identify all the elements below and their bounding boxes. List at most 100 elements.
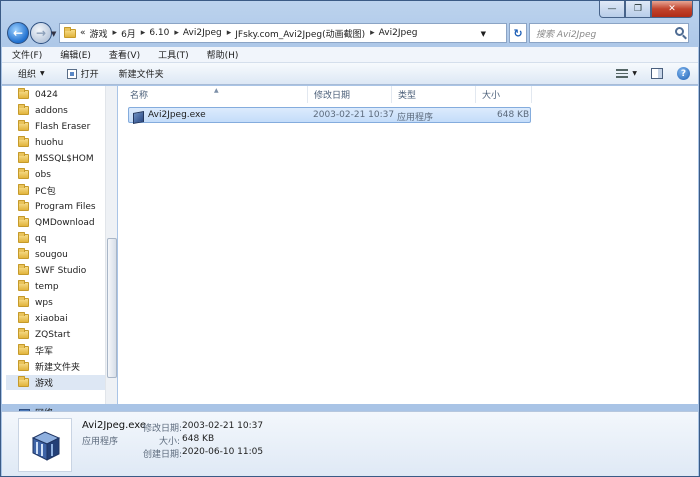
breadcrumb-item[interactable]: 6月 [121, 27, 136, 40]
folder-icon [18, 376, 29, 387]
breadcrumb-item[interactable]: JFsky.com_Avi2Jpeg(动画截图) [235, 27, 365, 40]
breadcrumb-separator[interactable]: ▸ [141, 28, 146, 38]
menu-help[interactable]: 帮助(H) [207, 48, 239, 61]
nav-folder-label: obs [35, 169, 51, 180]
nav-folder-item[interactable]: SWF Studio [18, 263, 86, 278]
nav-folder-item[interactable]: ZQStart [18, 327, 70, 342]
nav-folder-item[interactable]: MSSQL$HOM [18, 151, 94, 166]
nav-folder-label: ZQStart [35, 329, 71, 340]
view-options-icon[interactable] [616, 69, 629, 78]
detail-created-label: 创建日期: [143, 450, 183, 460]
file-name: Avi2Jpeg.exe [148, 110, 206, 120]
nav-folder-item[interactable]: 0424 [18, 87, 58, 102]
column-size-label: 大小 [482, 91, 501, 101]
folder-icon [18, 296, 29, 307]
application-icon [18, 418, 72, 472]
new-folder-button[interactable]: 新建文件夹 [119, 67, 164, 80]
column-name-label: 名称 [130, 91, 149, 101]
folder-icon [18, 312, 29, 323]
help-icon[interactable]: ? [677, 67, 690, 80]
detail-modified-value: 2003-02-21 10:37 [182, 421, 264, 431]
nav-scrollbar[interactable] [105, 86, 117, 404]
menu-edit[interactable]: 编辑(E) [60, 48, 91, 61]
detail-filetype: 应用程序 [82, 437, 119, 447]
folder-icon [18, 104, 29, 115]
breadcrumb-overflow[interactable]: « [80, 28, 86, 38]
search-box[interactable]: 搜索 Avi2Jpeg [529, 23, 689, 43]
nav-folder-item[interactable]: Program Files [18, 199, 96, 214]
folder-icon [18, 216, 29, 227]
breadcrumb-separator[interactable]: ▸ [370, 28, 375, 38]
breadcrumb-separator[interactable]: ▸ [227, 28, 232, 38]
open-label: 打开 [80, 70, 99, 80]
folder-icon [18, 168, 29, 179]
nav-folder-item[interactable]: qq [18, 231, 46, 246]
column-header-name[interactable]: 名称 ▲ [124, 86, 308, 103]
nav-folder-label: 游戏 [35, 379, 54, 389]
forward-arrow-icon: → [35, 26, 47, 40]
chevron-down-icon: ▼ [40, 70, 45, 77]
recent-pages-dropdown[interactable]: ▼ [51, 30, 56, 38]
chevron-down-icon[interactable]: ▼ [632, 70, 637, 77]
folder-icon [18, 344, 29, 355]
nav-folder-label: SWF Studio [35, 265, 87, 276]
nav-folder-label: xiaobai [35, 313, 68, 324]
nav-folder-item[interactable]: sougou [18, 247, 68, 262]
breadcrumb-item[interactable]: Avi2Jpeg [379, 28, 418, 38]
breadcrumb-separator[interactable]: ▸ [174, 28, 179, 38]
back-button[interactable]: ← [7, 22, 29, 44]
nav-folder-item[interactable]: wps [18, 295, 53, 310]
open-button[interactable]: 打开 [66, 67, 99, 80]
address-bar[interactable]: « 游戏 ▸ 6月 ▸ 6.10 ▸ Avi2Jpeg ▸ JFsky.com_… [59, 23, 507, 43]
column-type-label: 类型 [398, 91, 417, 101]
file-list: 名称 ▲ 修改日期 类型 大小 Avi2Jpeg.exe 2003-02-21 … [118, 86, 698, 404]
scrollbar-thumb[interactable] [107, 238, 117, 378]
nav-folder-label: MSSQL$HOM [35, 153, 94, 164]
search-input[interactable]: 搜索 Avi2Jpeg [536, 27, 596, 40]
folder-icon [18, 120, 29, 131]
nav-folder-label: 新建文件夹 [35, 363, 81, 373]
nav-folder-label: temp [35, 281, 59, 292]
nav-folder-item[interactable]: QMDownload [18, 215, 95, 230]
nav-folder-item[interactable]: xiaobai [18, 311, 68, 326]
close-button[interactable]: ✕ [651, 1, 693, 18]
folder-icon [18, 328, 29, 339]
folder-icon [18, 248, 29, 259]
menu-view[interactable]: 查看(V) [109, 48, 140, 61]
navigation-row: ← → ▼ « 游戏 ▸ 6月 ▸ 6.10 ▸ Avi2Jpeg ▸ JFsk… [5, 22, 695, 44]
command-bar: 组织 ▼ 打开 新建文件夹 ▼ ? [2, 63, 698, 85]
breadcrumb-item[interactable]: Avi2Jpeg [183, 28, 222, 38]
nav-folder-item[interactable]: Flash Eraser [18, 119, 90, 134]
folder-icon [18, 264, 29, 275]
preview-pane-icon[interactable] [651, 68, 663, 79]
breadcrumb-separator[interactable]: ▸ [113, 28, 118, 38]
address-dropdown[interactable]: ▼ [481, 30, 486, 38]
nav-folder-item[interactable]: PC包 [18, 183, 56, 198]
breadcrumb-item[interactable]: 游戏 [90, 27, 108, 40]
minimize-button[interactable]: — [599, 1, 625, 18]
breadcrumb-item[interactable]: 6.10 [149, 28, 169, 38]
maximize-button[interactable]: ❐ [625, 1, 651, 18]
nav-folder-item[interactable]: temp [18, 279, 59, 294]
nav-folder-item[interactable]: obs [18, 167, 51, 182]
nav-folder-item[interactable]: 华军 [18, 343, 53, 358]
column-header-size[interactable]: 大小 [476, 86, 532, 103]
nav-folder-item[interactable]: addons [18, 103, 68, 118]
nav-folder-item[interactable]: 新建文件夹 [18, 359, 80, 374]
file-row-selected[interactable]: Avi2Jpeg.exe 2003-02-21 10:37 应用程序 648 K… [128, 107, 531, 124]
new-folder-label: 新建文件夹 [118, 70, 164, 80]
refresh-button[interactable]: ↻ [509, 23, 527, 43]
file-size: 648 KB [497, 110, 530, 120]
column-header-type[interactable]: 类型 [392, 86, 476, 103]
nav-folder-item[interactable]: huohu [18, 135, 63, 150]
column-header-modified[interactable]: 修改日期 [308, 86, 392, 103]
menu-file[interactable]: 文件(F) [12, 48, 42, 61]
forward-button[interactable]: → [30, 22, 52, 44]
folder-icon [18, 200, 29, 211]
menu-tools[interactable]: 工具(T) [158, 48, 189, 61]
file-modified: 2003-02-21 10:37 [313, 110, 395, 120]
nav-folder-label: qq [35, 233, 47, 244]
organize-button[interactable]: 组织 ▼ [18, 67, 45, 80]
explorer-window: — ❐ ✕ ← → ▼ « 游戏 ▸ 6月 ▸ 6.10 ▸ Avi2Jpeg … [0, 0, 700, 477]
nav-folder-item-selected[interactable]: 游戏 [6, 375, 106, 390]
